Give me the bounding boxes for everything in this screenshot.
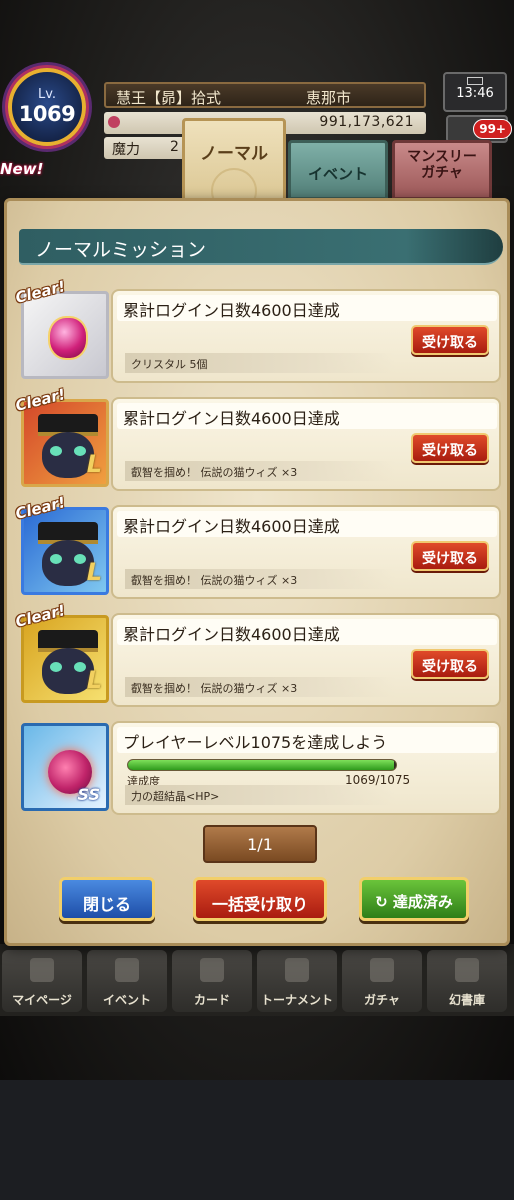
player-name-plate[interactable]: 慧王【昴】拾式 恵那市: [104, 82, 426, 108]
level-value: 1069: [18, 102, 76, 126]
library-icon: [455, 958, 479, 982]
mission-name: 累計ログイン日数4600日達成: [117, 511, 497, 537]
bulk-claim-button[interactable]: 一括受け取り: [193, 877, 327, 921]
event-icon: [115, 958, 139, 982]
mission-reward: 力の超結晶<HP>: [125, 785, 395, 805]
nav-gacha[interactable]: ガチャ: [342, 950, 422, 1012]
notification-button[interactable]: 99+: [446, 115, 512, 143]
gold-icon: [108, 116, 120, 128]
nav-event[interactable]: イベント: [87, 950, 167, 1012]
progress-bar-fill: [128, 760, 395, 770]
mission-card: 累計ログイン日数4600日達成 受け取る 叡智を掴め！ 伝説の猫ウィズ ×3: [111, 397, 501, 491]
level-label: Lv.: [37, 87, 57, 102]
tab-event-label: イベント: [307, 165, 368, 183]
notification-count: 99+: [473, 119, 512, 139]
progress-bar: [127, 759, 397, 771]
mission-icon-wiz: L: [21, 507, 109, 595]
l-rank-icon: L: [86, 666, 102, 694]
mission-card: 累計ログイン日数4600日達成 受け取る 叡智を掴め！ 伝説の猫ウィズ ×3: [111, 613, 501, 707]
mission-card: プレイヤーレベル1075を達成しよう 達成度 1069/1075 力の超結晶<H…: [111, 721, 501, 815]
tab-event[interactable]: イベント: [288, 140, 388, 200]
mana-value: 2: [170, 139, 179, 155]
mission-icon-card: SS: [21, 723, 109, 811]
bottom-nav: マイページ イベント カード トーナメント ガチャ 幻書庫: [0, 944, 514, 1016]
claim-button[interactable]: 受け取る: [411, 649, 489, 679]
player-name: 慧王【昴】拾式: [116, 89, 222, 107]
tournament-icon: [285, 958, 309, 982]
mission-name: 累計ログイン日数4600日達成: [117, 403, 497, 429]
completed-toggle-button[interactable]: ↻ 達成済み: [359, 877, 469, 921]
new-label: New!: [0, 160, 44, 178]
claim-button[interactable]: 受け取る: [411, 433, 489, 463]
nav-card[interactable]: カード: [172, 950, 252, 1012]
tab-monthly-label-2: ガチャ: [421, 165, 463, 181]
card-icon: [200, 958, 224, 982]
clock-widget: 13:46: [443, 72, 507, 112]
tab-monthly-label-1: マンスリー: [407, 149, 477, 165]
gacha-icon: [370, 958, 394, 982]
page-indicator[interactable]: 1/1: [203, 825, 317, 863]
refresh-icon: ↻: [375, 893, 393, 911]
nav-label: カード: [193, 993, 230, 1007]
nav-label: トーナメント: [260, 993, 333, 1007]
gold-value: 991,173,621: [319, 114, 414, 130]
system-bottom-bar: [0, 1080, 514, 1200]
mission-card: 累計ログイン日数4600日達成 受け取る 叡智を掴め！ 伝説の猫ウィズ ×3: [111, 505, 501, 599]
crystal-icon: [48, 316, 88, 360]
mission-panel: ノーマルミッション Clear! 累計ログイン日数4600日達成 受け取る クリ…: [4, 198, 510, 946]
player-level-badge[interactable]: Lv. 1069: [8, 68, 86, 146]
mission-reward: 叡智を掴め！ 伝説の猫ウィズ ×3: [125, 461, 395, 481]
mana-label: 魔力: [112, 142, 140, 158]
close-button[interactable]: 閉じる: [59, 877, 155, 921]
battery-icon: [467, 77, 483, 85]
l-rank-icon: L: [86, 450, 102, 478]
mission-name: 累計ログイン日数4600日達成: [117, 295, 497, 321]
home-icon: [30, 958, 54, 982]
player-city: 恵那市: [306, 89, 352, 107]
tab-normal-label: ノーマル: [200, 144, 268, 164]
mission-reward: 叡智を掴め！ 伝説の猫ウィズ ×3: [125, 569, 395, 589]
mission-icon-wiz: L: [21, 399, 109, 487]
nav-tournament[interactable]: トーナメント: [257, 950, 337, 1012]
nav-label: イベント: [102, 993, 151, 1007]
mission-card: 累計ログイン日数4600日達成 受け取る クリスタル 5個: [111, 289, 501, 383]
mission-icon-crystal: [21, 291, 109, 379]
ss-rank-icon: SS: [77, 785, 100, 804]
nav-label: ガチャ: [364, 993, 400, 1007]
nav-label: 幻書庫: [448, 993, 485, 1007]
panel-title: ノーマルミッション: [19, 229, 503, 265]
mission-name: 累計ログイン日数4600日達成: [117, 619, 497, 645]
claim-button[interactable]: 受け取る: [411, 541, 489, 571]
claim-button[interactable]: 受け取る: [411, 325, 489, 355]
completed-label: 達成済み: [392, 893, 453, 911]
clock-time: 13:46: [456, 86, 494, 101]
mission-name: プレイヤーレベル1075を達成しよう: [117, 727, 497, 753]
nav-label: マイページ: [12, 993, 72, 1007]
mana-counter: 魔力 2: [104, 137, 194, 159]
l-rank-icon: L: [86, 558, 102, 586]
mission-reward: 叡智を掴め！ 伝説の猫ウィズ ×3: [125, 677, 395, 697]
tab-monthly-gacha[interactable]: マンスリー ガチャ: [392, 140, 492, 200]
mission-reward: クリスタル 5個: [125, 353, 395, 373]
mission-icon-wiz: L: [21, 615, 109, 703]
nav-library[interactable]: 幻書庫: [427, 950, 507, 1012]
nav-mypage[interactable]: マイページ: [2, 950, 82, 1012]
